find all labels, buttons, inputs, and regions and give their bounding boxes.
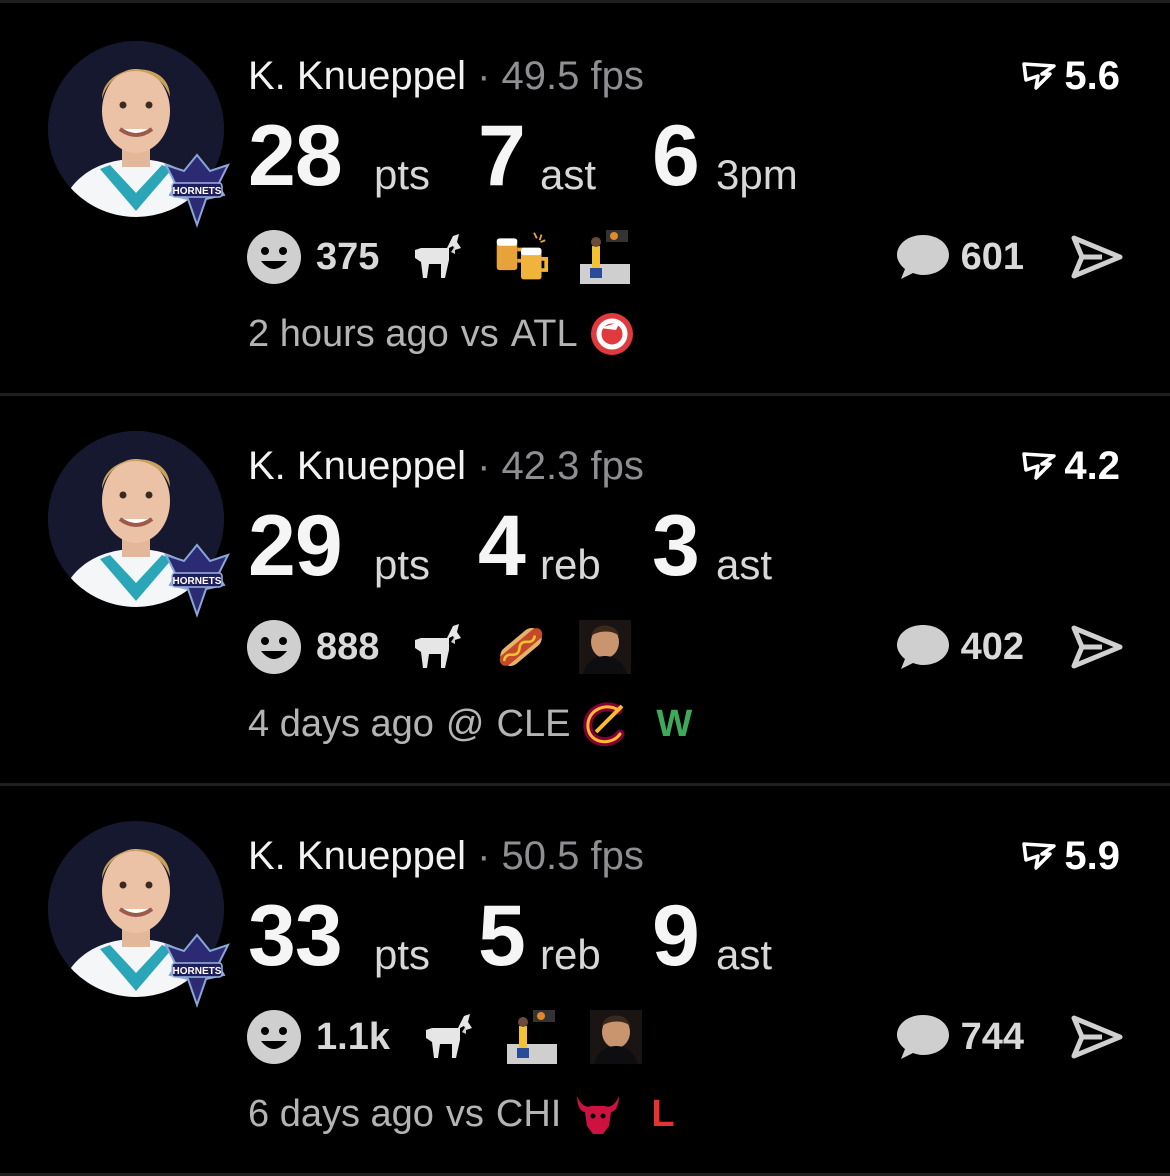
comment-icon[interactable] (895, 1011, 951, 1063)
rating-icon (1022, 62, 1057, 90)
reaction-count: 375 (316, 235, 380, 278)
game-result: L (651, 1093, 675, 1135)
reaction-icons (409, 229, 633, 285)
fantasy-points: 42.3 fps (501, 444, 644, 488)
comment-icon[interactable] (895, 231, 951, 283)
hornets-logo-icon: HORNETS (162, 541, 232, 619)
home-away: vs (445, 1093, 484, 1135)
time-ago: 6 days ago (248, 1093, 434, 1135)
home-away: @ (445, 703, 485, 745)
stat-value: 4 (478, 498, 526, 594)
home-away: vs (460, 313, 499, 355)
stat-value: 29 (248, 498, 343, 594)
stat-unit: pts (374, 931, 431, 978)
opponent[interactable]: ATL (511, 309, 578, 359)
reaction-icons (409, 619, 633, 675)
smiley-icon[interactable] (246, 1009, 302, 1065)
card-header: K. Knueppel · 42.3 fps (248, 441, 644, 491)
reactions-bar[interactable]: 888 (246, 619, 633, 675)
separator: · (477, 54, 491, 98)
hawks-logo-icon (590, 312, 634, 356)
rating-value: 4.2 (1064, 444, 1120, 488)
player-name[interactable]: K. Knueppel (248, 54, 466, 98)
game-info: 2 hours ago vs ATL (248, 309, 634, 359)
card-actions: 744 (895, 1009, 1124, 1065)
separator: · (477, 444, 491, 488)
fantasy-points: 50.5 fps (501, 834, 644, 878)
game-card[interactable]: HORNETS K. Knueppel · 42.3 fps 4.2 29 pt… (0, 393, 1170, 783)
stat-unit: ast (716, 931, 773, 978)
hotdog-icon[interactable] (493, 619, 549, 675)
svg-text:HORNETS: HORNETS (173, 966, 222, 977)
hornets-logo-icon: HORNETS (162, 151, 232, 229)
comment-count[interactable]: 601 (961, 236, 1024, 279)
game-card[interactable]: HORNETS K. Knueppel · 50.5 fps 5.9 33 pt… (0, 783, 1170, 1173)
time-ago: 2 hours ago (248, 313, 449, 355)
reaction-icons (420, 1009, 644, 1065)
reaction-count: 888 (316, 625, 380, 668)
smiley-icon[interactable] (246, 619, 302, 675)
card-header: K. Knueppel · 50.5 fps (248, 831, 644, 881)
stat-unit: ast (540, 151, 597, 198)
time-ago: 4 days ago (248, 703, 434, 745)
rating: 5.9 (1022, 831, 1120, 881)
shooter-image-icon[interactable] (577, 229, 633, 285)
comment-icon[interactable] (895, 621, 951, 673)
game-info: 6 days ago vs CHI L (248, 1089, 675, 1139)
rating: 5.6 (1022, 51, 1120, 101)
stat-value: 7 (478, 108, 526, 204)
rating-value: 5.9 (1064, 834, 1120, 878)
rating-value: 5.6 (1064, 54, 1120, 98)
hornets-logo-icon: HORNETS (162, 931, 232, 1009)
fantasy-points: 49.5 fps (501, 54, 644, 98)
stat-unit: reb (540, 541, 601, 588)
stat-value: 9 (652, 888, 700, 984)
rating: 4.2 (1022, 441, 1120, 491)
opponent[interactable]: CLE (497, 699, 571, 749)
stat-unit: reb (540, 931, 601, 978)
player-name[interactable]: K. Knueppel (248, 444, 466, 488)
game-card[interactable]: HORNETS K. Knueppel · 49.5 fps 5.6 28 pt… (0, 3, 1170, 393)
rating-icon (1022, 452, 1057, 480)
stat-value: 5 (478, 888, 526, 984)
card-actions: 601 (895, 229, 1124, 285)
game-info: 4 days ago @ CLE W (248, 699, 692, 749)
stat-unit: pts (374, 151, 431, 198)
opponent[interactable]: CHI (496, 1089, 561, 1139)
feed: HORNETS K. Knueppel · 49.5 fps 5.6 28 pt… (0, 0, 1170, 1176)
stat-value: 6 (652, 108, 700, 204)
share-icon[interactable] (1070, 1014, 1124, 1060)
goat-icon[interactable] (420, 1009, 476, 1065)
player-photo-icon[interactable] (588, 1009, 644, 1065)
rating-icon (1022, 842, 1057, 870)
stat-unit: 3pm (716, 151, 798, 198)
player-name[interactable]: K. Knueppel (248, 834, 466, 878)
share-icon[interactable] (1070, 624, 1124, 670)
separator: · (477, 834, 491, 878)
bulls-logo-icon (573, 1092, 623, 1136)
card-actions: 402 (895, 619, 1124, 675)
goat-icon[interactable] (409, 229, 465, 285)
card-header: K. Knueppel · 49.5 fps (248, 51, 644, 101)
stat-value: 28 (248, 108, 343, 204)
reactions-bar[interactable]: 375 (246, 229, 633, 285)
reaction-count: 1.1k (316, 1015, 390, 1058)
stat-unit: pts (374, 541, 431, 588)
svg-text:HORNETS: HORNETS (173, 186, 222, 197)
player-photo-icon[interactable] (577, 619, 633, 675)
reactions-bar[interactable]: 1.1k (246, 1009, 644, 1065)
svg-text:HORNETS: HORNETS (173, 576, 222, 587)
stat-value: 3 (652, 498, 700, 594)
stat-value: 33 (248, 888, 343, 984)
beer-mugs-icon[interactable] (493, 229, 549, 285)
comment-count[interactable]: 402 (961, 626, 1024, 669)
game-result: W (656, 703, 693, 745)
shooter-image-icon[interactable] (504, 1009, 560, 1065)
cavaliers-logo-icon (582, 702, 628, 746)
comment-count[interactable]: 744 (961, 1016, 1024, 1059)
goat-icon[interactable] (409, 619, 465, 675)
stat-unit: ast (716, 541, 773, 588)
share-icon[interactable] (1070, 234, 1124, 280)
smiley-icon[interactable] (246, 229, 302, 285)
